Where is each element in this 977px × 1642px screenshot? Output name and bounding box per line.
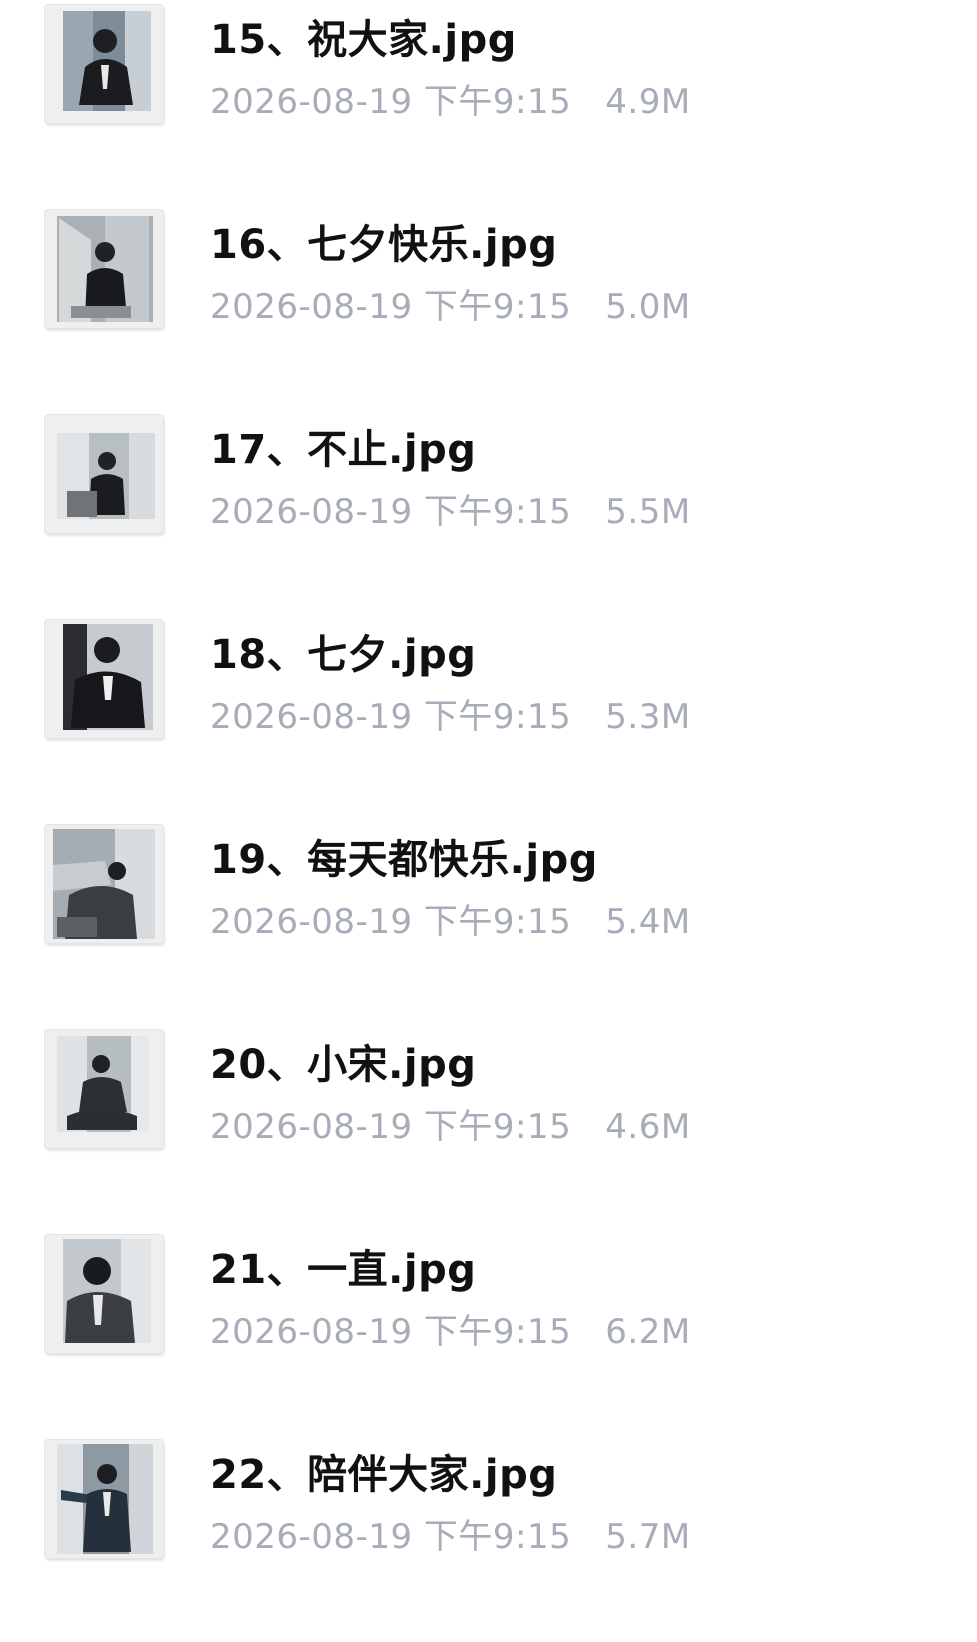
file-date: 2026-08-19 下午9:15	[210, 1312, 572, 1352]
file-list: 15、祝大家.jpg 2026-08-19 下午9:15 4.9M 16、七夕快乐…	[0, 0, 977, 1579]
file-row[interactable]: 19、每天都快乐.jpg 2026-08-19 下午9:15 5.4M	[0, 822, 977, 1027]
file-meta: 2026-08-19 下午9:15 4.9M	[210, 80, 691, 124]
file-meta: 2026-08-19 下午9:15 5.0M	[210, 285, 691, 329]
photo-thumbnail[interactable]	[45, 620, 163, 738]
file-row[interactable]: 17、不止.jpg 2026-08-19 下午9:15 5.5M	[0, 412, 977, 617]
file-date: 2026-08-19 下午9:15	[210, 492, 572, 532]
file-name: 22、陪伴大家.jpg	[210, 1452, 558, 1498]
file-size: 5.7M	[605, 1517, 691, 1557]
file-name: 16、七夕快乐.jpg	[210, 222, 558, 268]
file-meta: 2026-08-19 下午9:15 5.3M	[210, 695, 691, 739]
file-meta: 2026-08-19 下午9:15 5.4M	[210, 900, 691, 944]
file-name: 19、每天都快乐.jpg	[210, 837, 598, 883]
file-row[interactable]: 20、小宋.jpg 2026-08-19 下午9:15 4.6M	[0, 1027, 977, 1232]
file-row[interactable]: 15、祝大家.jpg 2026-08-19 下午9:15 4.9M	[0, 2, 977, 207]
file-row[interactable]: 16、七夕快乐.jpg 2026-08-19 下午9:15 5.0M	[0, 207, 977, 412]
file-date: 2026-08-19 下午9:15	[210, 1517, 572, 1557]
file-size: 5.4M	[605, 902, 691, 942]
file-name: 18、七夕.jpg	[210, 632, 477, 678]
file-date: 2026-08-19 下午9:15	[210, 697, 572, 737]
file-size: 6.2M	[605, 1312, 691, 1352]
file-meta: 2026-08-19 下午9:15 5.7M	[210, 1515, 691, 1559]
file-size: 4.9M	[605, 82, 691, 122]
photo-thumbnail[interactable]	[45, 1235, 163, 1353]
file-meta: 2026-08-19 下午9:15 6.2M	[210, 1310, 691, 1354]
file-size: 5.3M	[605, 697, 691, 737]
file-size: 4.6M	[605, 1107, 691, 1147]
photo-thumbnail[interactable]	[45, 415, 163, 533]
file-meta: 2026-08-19 下午9:15 4.6M	[210, 1105, 691, 1149]
photo-thumbnail[interactable]	[45, 210, 163, 328]
photo-thumbnail[interactable]	[45, 1030, 163, 1148]
file-row[interactable]: 18、七夕.jpg 2026-08-19 下午9:15 5.3M	[0, 617, 977, 822]
file-name: 17、不止.jpg	[210, 427, 477, 473]
file-row[interactable]: 22、陪伴大家.jpg 2026-08-19 下午9:15 5.7M	[0, 1437, 977, 1642]
file-date: 2026-08-19 下午9:15	[210, 287, 572, 327]
photo-thumbnail[interactable]	[45, 825, 163, 943]
file-size: 5.5M	[605, 492, 691, 532]
file-name: 15、祝大家.jpg	[210, 17, 517, 63]
file-size: 5.0M	[605, 287, 691, 327]
file-date: 2026-08-19 下午9:15	[210, 902, 572, 942]
file-date: 2026-08-19 下午9:15	[210, 1107, 572, 1147]
photo-thumbnail[interactable]	[45, 5, 163, 123]
file-date: 2026-08-19 下午9:15	[210, 82, 572, 122]
file-name: 20、小宋.jpg	[210, 1042, 477, 1088]
file-meta: 2026-08-19 下午9:15 5.5M	[210, 490, 691, 534]
file-name: 21、一直.jpg	[210, 1247, 477, 1293]
file-row[interactable]: 21、一直.jpg 2026-08-19 下午9:15 6.2M	[0, 1232, 977, 1437]
photo-thumbnail[interactable]	[45, 1440, 163, 1558]
